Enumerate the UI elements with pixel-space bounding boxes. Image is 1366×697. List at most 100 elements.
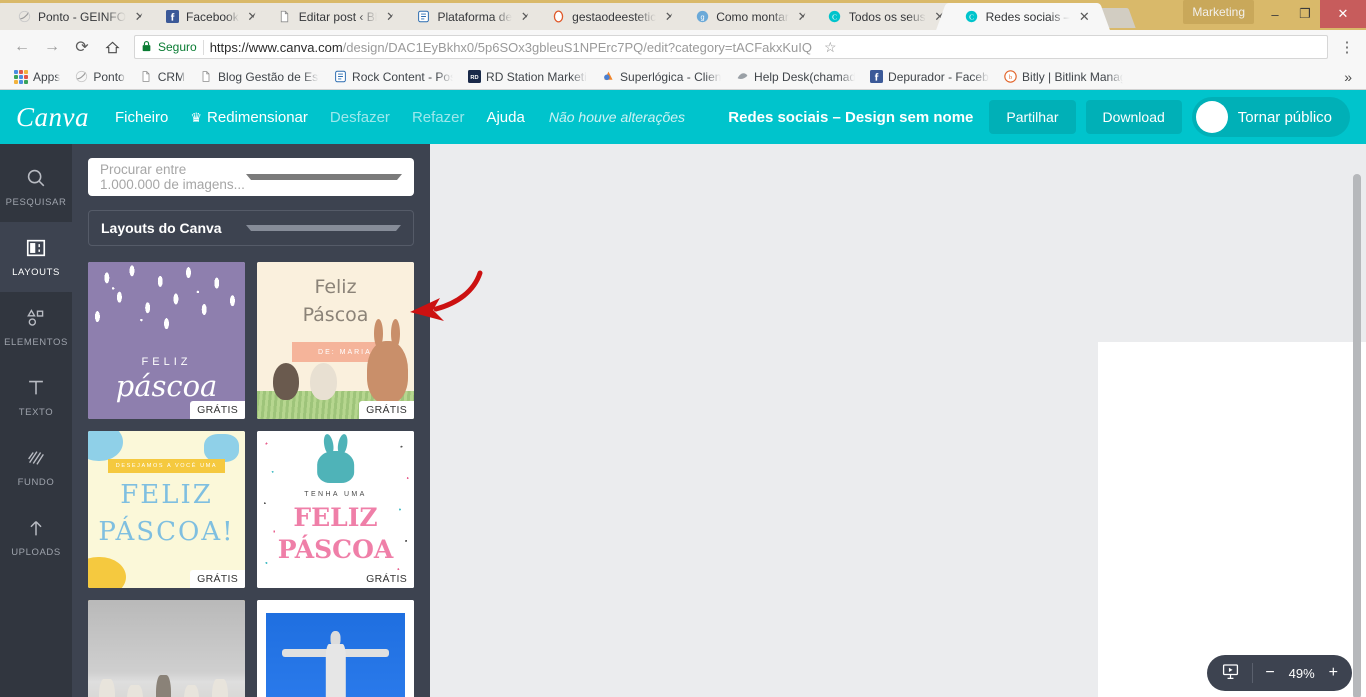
close-icon[interactable]: ✕ [1076, 9, 1092, 25]
bookmark-item[interactable]: CRM [133, 68, 191, 86]
tab-strip: Ponto - GEINFO ✕ Facebook ✕ Editar post … [0, 0, 1183, 30]
menu-desfazer[interactable]: Desfazer [330, 109, 390, 126]
page-icon [277, 9, 293, 25]
template-line2: PÁSCOA [277, 534, 394, 564]
bookmark-label: Apps [33, 69, 61, 84]
category-select[interactable]: Layouts do Canva [88, 210, 414, 246]
rail-item-layouts[interactable]: LAYOUTS [0, 216, 72, 298]
bookmark-item[interactable]: b Bitly | Bitlink Manage [997, 68, 1129, 86]
zoom-in-button[interactable]: + [1329, 664, 1338, 682]
background-icon [24, 446, 48, 470]
maximize-button[interactable]: ❐ [1290, 0, 1320, 28]
menu-ficheiro[interactable]: Ficheiro [115, 109, 168, 126]
bookmark-star-icon[interactable]: ☆ [818, 39, 843, 56]
browser-tab[interactable]: Ponto - GEINFO ✕ [0, 3, 155, 30]
canva-icon: C [827, 9, 843, 25]
canva-body: PESQUISAR LAYOUTS ELEMENTOS TEXTO FUNDO … [0, 144, 1366, 697]
bookmark-item[interactable]: RD RD Station Marketing [461, 68, 593, 86]
window-controls: Marketing – ❐ ✕ [1183, 0, 1366, 30]
free-badge: GRÁTIS [190, 401, 245, 419]
facebook-icon [869, 70, 883, 84]
forward-icon[interactable]: → [38, 33, 66, 61]
browser-menu-icon[interactable]: ⋮ [1336, 38, 1358, 56]
template-card[interactable]: TENHA UMA FELIZ PÁSCOA GRÁTIS [257, 431, 414, 588]
search-input[interactable]: Procurar entre 1.000.000 de imagens... [88, 158, 414, 196]
free-badge: GRÁTIS [359, 401, 414, 419]
canvas-workspace[interactable]: ▲ 1 ▼ ⧉ + Adicionar nova página − 49% + [430, 144, 1366, 697]
rail-item-texto[interactable]: TEXTO [0, 362, 72, 432]
reload-icon[interactable]: ⟳ [68, 33, 96, 61]
rd-icon: RD [467, 70, 481, 84]
bookmark-label: Blog Gestão de Estéti [218, 69, 319, 84]
back-icon[interactable]: ← [8, 33, 36, 61]
bookmark-item[interactable]: Superlógica - Clientes [595, 68, 727, 86]
zoom-divider [1252, 663, 1254, 683]
template-art: DESEJAMOS A VOCÊ UMA FELIZ PÁSCOA! [88, 431, 245, 588]
tab-title: Como montar [716, 9, 789, 24]
browser-tab[interactable]: Editar post ‹ Bl ✕ [260, 3, 406, 30]
menu-ajuda[interactable]: Ajuda [486, 109, 524, 126]
leaf-pattern-icon [88, 262, 245, 350]
bookmark-item[interactable]: Blog Gestão de Estéti [193, 68, 325, 86]
chevron-down-icon[interactable] [246, 225, 401, 231]
rail-item-fundo[interactable]: FUNDO [0, 432, 72, 502]
menu-refazer[interactable]: Refazer [412, 109, 465, 126]
template-line2: Páscoa [302, 304, 369, 327]
bookmarks-overflow-icon[interactable]: » [1338, 69, 1358, 85]
menu-redimensionar[interactable]: Redimensionar [190, 109, 308, 126]
download-button[interactable]: Download [1085, 100, 1182, 134]
canva-logo[interactable]: Canva [16, 102, 89, 133]
template-card-selected[interactable]: PRIMEIRA [88, 600, 245, 697]
browser-tab-active[interactable]: C Redes sociais – ✕ [947, 3, 1099, 30]
template-line0: TENHA UMA [304, 490, 367, 498]
template-card[interactable]: Feliz Páscoa DE: MARIA GRÁTIS [257, 262, 414, 419]
easter-egg-icon [272, 362, 300, 401]
browser-titlebar: Ponto - GEINFO ✕ Facebook ✕ Editar post … [0, 0, 1366, 30]
bookmark-item[interactable]: Ponto [68, 68, 130, 86]
lock-icon [141, 40, 152, 55]
vertical-scrollbar[interactable] [1353, 174, 1361, 697]
bookmark-apps[interactable]: Apps [8, 68, 66, 86]
template-card[interactable] [257, 600, 414, 697]
browser-tab[interactable]: Facebook ✕ [148, 3, 267, 30]
statue-body-icon [325, 643, 346, 697]
zoom-value: 49% [1288, 665, 1315, 681]
bookmark-item[interactable]: Depurador - Faceboo [863, 68, 995, 86]
bookmark-label: Depurador - Faceboo [888, 69, 989, 84]
zoom-out-button[interactable]: − [1265, 664, 1274, 682]
design-page[interactable] [1098, 342, 1366, 697]
chevron-down-icon[interactable] [246, 174, 402, 180]
browser-tab[interactable]: gestaodeestetic ✕ [534, 3, 685, 30]
template-line1: FELIZ [293, 503, 378, 533]
bookmark-label: Bitly | Bitlink Manage [1022, 69, 1124, 84]
bookmark-item[interactable]: Rock Content - Posts [327, 68, 459, 86]
document-title[interactable]: Redes sociais – Design sem nome [728, 109, 973, 126]
template-card[interactable]: DESEJAMOS A VOCÊ UMA FELIZ PÁSCOA! GRÁTI… [88, 431, 245, 588]
rail-item-pesquisar[interactable]: PESQUISAR [0, 152, 72, 222]
elements-icon [24, 306, 48, 330]
svg-text:g: g [700, 12, 704, 21]
rail-item-elementos[interactable]: ELEMENTOS [0, 292, 72, 362]
browser-tab[interactable]: g Como montar ✕ [678, 3, 817, 30]
document-icon [415, 9, 431, 25]
profile-chip[interactable]: Marketing [1183, 0, 1254, 24]
canva-menu: Ficheiro Redimensionar Desfazer Refazer … [115, 109, 525, 126]
tab-title: Facebook [186, 9, 239, 24]
template-card[interactable]: FELIZ páscoa GRÁTIS [88, 262, 245, 419]
share-button[interactable]: Partilhar [989, 100, 1076, 134]
public-toggle[interactable]: Tornar público [1191, 97, 1350, 137]
browser-tab[interactable]: C Todos os seus ✕ [810, 3, 954, 30]
rail-item-uploads[interactable]: UPLOADS [0, 502, 72, 572]
canva-app: Canva Ficheiro Redimensionar Desfazer Re… [0, 90, 1366, 697]
bunny-icon [366, 319, 408, 404]
home-icon[interactable] [98, 33, 126, 61]
secure-label: Seguro [158, 40, 197, 54]
template-line2: PÁSCOA! [98, 517, 235, 548]
present-icon[interactable] [1221, 662, 1240, 685]
layouts-panel: Procurar entre 1.000.000 de imagens... L… [72, 144, 430, 697]
bookmark-item[interactable]: Help Desk(chamados [729, 68, 861, 86]
close-window-button[interactable]: ✕ [1320, 0, 1366, 28]
browser-tab[interactable]: Plataforma de ✕ [399, 3, 541, 30]
address-bar[interactable]: Seguro https://www.canva.com/design/DAC1… [134, 35, 1328, 59]
minimize-button[interactable]: – [1260, 0, 1290, 28]
